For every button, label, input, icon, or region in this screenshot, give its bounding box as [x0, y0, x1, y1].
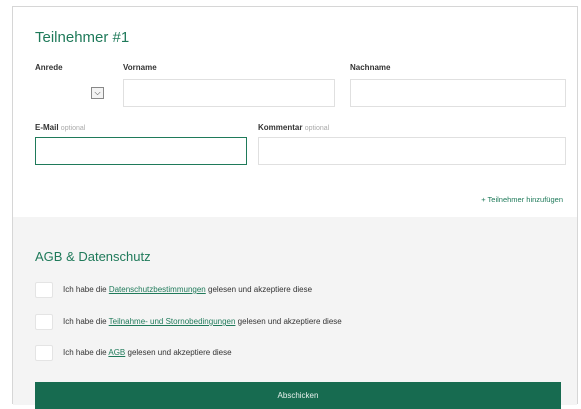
participant-section: Teilnehmer #1 Anrede Vorname Nachname ⌵ …: [13, 7, 577, 179]
terms-link[interactable]: Teilnahme- und Stornobedingungen: [109, 317, 236, 326]
vorname-label: Vorname: [123, 63, 157, 72]
kommentar-input[interactable]: [258, 137, 566, 165]
privacy-suffix: gelesen und akzeptiere diese: [205, 285, 313, 294]
kommentar-label-text: Kommentar: [258, 123, 303, 132]
agb-suffix: gelesen und akzeptiere diese: [125, 348, 232, 357]
email-label-text: E-Mail: [35, 123, 59, 132]
kommentar-label: Kommentar optional: [258, 123, 329, 132]
terms-suffix: gelesen und akzeptiere diese: [235, 317, 342, 326]
agb-prefix: Ich habe die: [63, 348, 109, 357]
terms-prefix: Ich habe die: [63, 317, 109, 326]
agb-title: AGB & Datenschutz: [35, 249, 151, 264]
agb-checkbox[interactable]: [35, 345, 53, 361]
nachname-input[interactable]: [350, 79, 566, 107]
nachname-label: Nachname: [350, 63, 391, 72]
vorname-input[interactable]: [123, 79, 335, 107]
participant-title: Teilnehmer #1: [35, 29, 130, 46]
email-input[interactable]: [35, 137, 247, 165]
anrede-label: Anrede: [35, 63, 63, 72]
chevron-down-icon[interactable]: ⌵: [91, 87, 104, 99]
privacy-text: Ich habe die Datenschutzbestimmungen gel…: [63, 285, 312, 294]
agb-section: AGB & Datenschutz Ich habe die Datenschu…: [13, 217, 577, 409]
kommentar-optional-hint: optional: [304, 125, 330, 132]
privacy-prefix: Ich habe die: [63, 285, 109, 294]
email-optional-hint: optional: [60, 125, 86, 132]
agb-link[interactable]: AGB: [108, 348, 125, 357]
privacy-checkbox[interactable]: [35, 282, 53, 298]
agb-text: Ich habe die AGB gelesen und akzeptiere …: [63, 348, 232, 357]
add-participant-link[interactable]: + Teilnehmer hinzufügen: [481, 195, 563, 204]
form-container: Teilnehmer #1 Anrede Vorname Nachname ⌵ …: [12, 6, 578, 409]
submit-button[interactable]: Abschicken: [35, 382, 561, 409]
terms-text: Ich habe die Teilnahme- und Stornobeding…: [63, 317, 342, 326]
privacy-link[interactable]: Datenschutzbestimmungen: [109, 285, 206, 294]
email-label: E-Mail optional: [35, 123, 85, 132]
terms-checkbox[interactable]: [35, 314, 53, 330]
